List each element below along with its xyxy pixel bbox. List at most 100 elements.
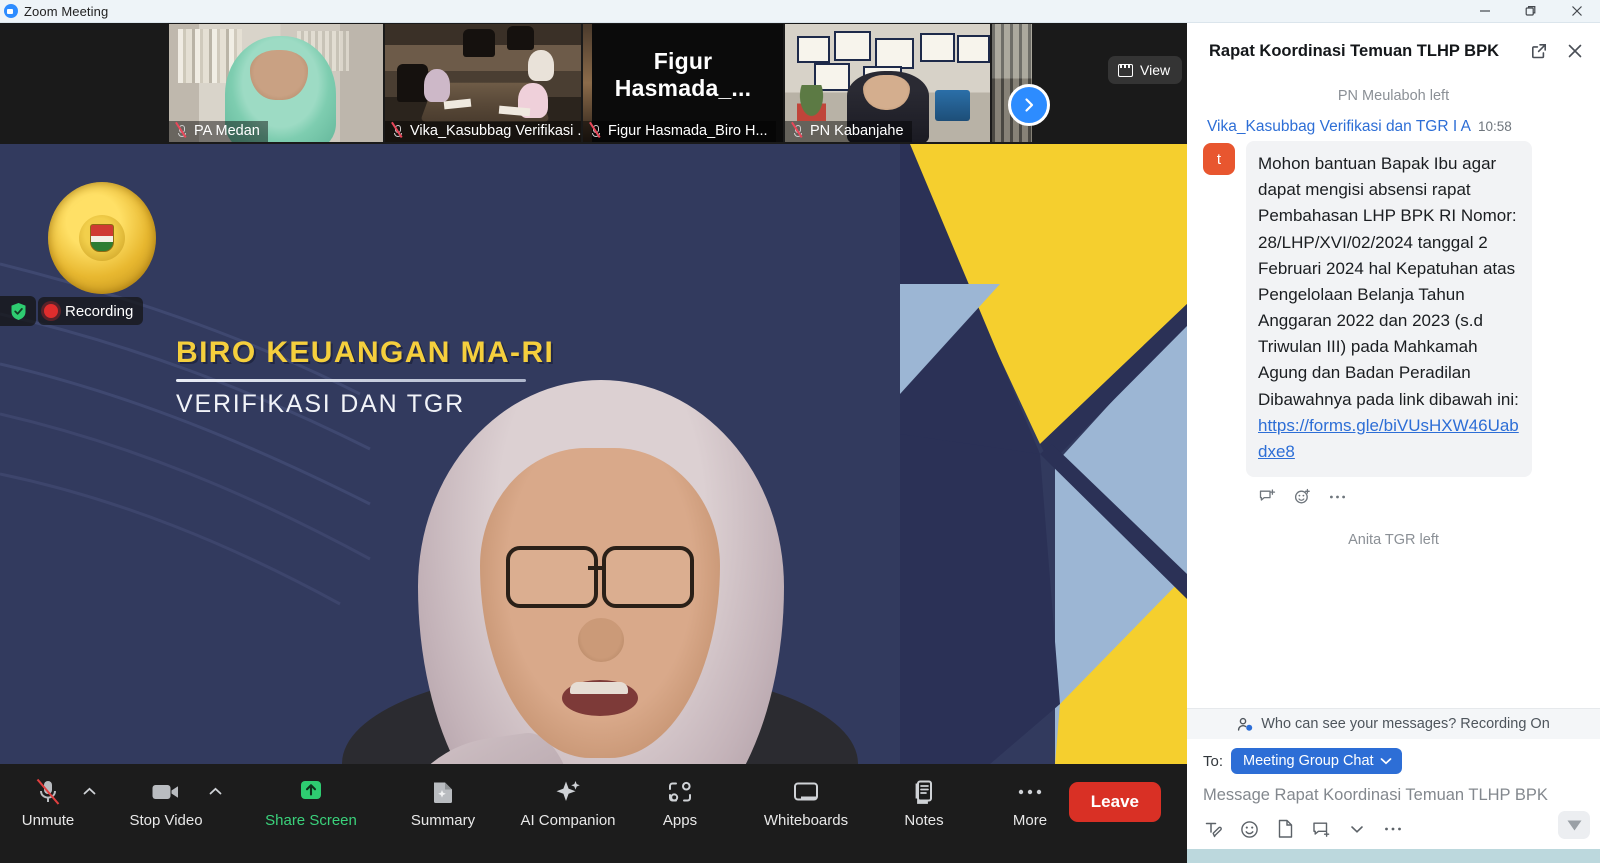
active-speaker-video bbox=[330, 370, 870, 764]
video-options-chevron-icon[interactable] bbox=[209, 784, 222, 799]
privacy-bar-text: Who can see your messages? Recording On bbox=[1261, 716, 1550, 732]
logo-shield-icon bbox=[90, 224, 114, 252]
message-link[interactable]: https://forms.gle/biVUsHXW46Uabdxe8 bbox=[1258, 416, 1519, 461]
ai-companion-label: AI Companion bbox=[520, 812, 616, 829]
audio-options-chevron-icon[interactable] bbox=[83, 784, 96, 799]
compose-toolbar bbox=[1187, 805, 1600, 849]
minimize-button[interactable] bbox=[1462, 0, 1508, 22]
tile-name-text: PN Kabanjahe bbox=[810, 123, 904, 139]
notes-button[interactable]: Notes bbox=[892, 764, 956, 829]
message-text: Mohon bantuan Bapak Ibu agar dapat mengi… bbox=[1258, 154, 1519, 409]
zoom-logo-icon bbox=[4, 4, 18, 18]
recipient-dropdown[interactable]: Meeting Group Chat bbox=[1231, 748, 1402, 774]
chat-header: Rapat Koordinasi Temuan TLHP BPK bbox=[1187, 22, 1600, 80]
institution-logo bbox=[48, 182, 156, 294]
reply-icon[interactable] bbox=[1258, 487, 1277, 506]
message-meta: Vika_Kasubbag Verifikasi dan TGR I A 10:… bbox=[1203, 114, 1584, 141]
ai-companion-button[interactable]: AI Companion bbox=[512, 764, 624, 829]
system-message: PN Meulaboh left bbox=[1337, 88, 1450, 104]
more-button[interactable]: More bbox=[998, 764, 1062, 829]
screenshot-icon[interactable] bbox=[1311, 819, 1331, 839]
summary-icon bbox=[430, 775, 456, 809]
window-title: Zoom Meeting bbox=[24, 3, 109, 19]
main-video-stage[interactable]: BIRO KEUANGAN MA-RI VERIFIKASI DAN TGR t… bbox=[0, 144, 1187, 764]
share-screen-icon bbox=[296, 775, 326, 809]
speaker-glasses-left bbox=[506, 546, 598, 608]
message-bubble[interactable]: Mohon bantuan Bapak Ibu agar dapat mengi… bbox=[1246, 141, 1532, 478]
add-reaction-icon[interactable] bbox=[1293, 487, 1312, 506]
more-icon[interactable] bbox=[1383, 819, 1403, 839]
filmstrip-next-button[interactable] bbox=[1008, 84, 1050, 126]
close-button[interactable] bbox=[1554, 0, 1600, 22]
view-grid-icon bbox=[1118, 63, 1133, 77]
message-author[interactable]: Vika_Kasubbag Verifikasi dan TGR I A bbox=[1207, 118, 1471, 136]
system-message: Anita TGR left bbox=[1348, 532, 1439, 549]
share-screen-label: Share Screen bbox=[265, 812, 357, 829]
whiteboards-button[interactable]: Whiteboards bbox=[752, 764, 860, 829]
view-button-label: View bbox=[1140, 62, 1171, 78]
encryption-shield-icon[interactable] bbox=[0, 296, 36, 326]
stop-video-button[interactable]: Stop Video bbox=[126, 764, 222, 829]
speaker-teeth bbox=[570, 682, 628, 694]
tile-decor bbox=[957, 34, 990, 64]
mic-off-icon bbox=[175, 121, 189, 139]
sparkle-icon bbox=[554, 775, 582, 809]
message-time: 10:58 bbox=[1477, 119, 1512, 134]
recording-indicator[interactable]: Recording bbox=[38, 297, 144, 325]
apps-icon bbox=[667, 775, 693, 809]
tile-decor bbox=[934, 90, 970, 121]
privacy-bar[interactable]: Who can see your messages? Recording On bbox=[1187, 708, 1600, 739]
participant-tile[interactable]: PN Kabanjahe bbox=[785, 24, 990, 142]
popout-icon[interactable] bbox=[1526, 38, 1552, 64]
file-icon[interactable] bbox=[1275, 819, 1295, 839]
zoom-meeting-window: Zoom Meeting PA Medan Vika_Kasubbag Veri… bbox=[0, 0, 1600, 863]
close-chat-icon[interactable] bbox=[1562, 38, 1588, 64]
ellipsis-icon bbox=[1017, 775, 1043, 809]
notes-label: Notes bbox=[904, 812, 944, 829]
restore-button[interactable] bbox=[1508, 0, 1554, 22]
message-actions bbox=[1203, 477, 1584, 508]
participant-tile[interactable]: Vika_Kasubbag Verifikasi ... bbox=[385, 24, 581, 142]
avatar[interactable]: t bbox=[1203, 143, 1235, 175]
more-label: More bbox=[1012, 812, 1048, 829]
chat-footer-bar bbox=[1187, 849, 1600, 863]
mic-off-icon bbox=[589, 121, 603, 139]
participant-filmstrip[interactable]: PA Medan Vika_Kasubbag Verifikasi ... Fi… bbox=[0, 22, 1187, 144]
speaker-nose bbox=[578, 618, 624, 662]
leave-button[interactable]: Leave bbox=[1068, 782, 1161, 822]
tile-decor bbox=[875, 38, 915, 70]
chevron-down-icon bbox=[1380, 758, 1391, 765]
tile-person bbox=[528, 49, 554, 81]
share-screen-button[interactable]: Share Screen bbox=[256, 764, 366, 829]
chat-recipient-row: To: Meeting Group Chat bbox=[1187, 739, 1600, 780]
tile-name-label: PA Medan bbox=[169, 121, 268, 142]
recipient-value: Meeting Group Chat bbox=[1243, 753, 1374, 769]
apps-button[interactable]: Apps bbox=[648, 764, 712, 829]
filmstrip-track: PA Medan Vika_Kasubbag Verifikasi ... Fi… bbox=[168, 22, 1033, 144]
tile-name-label: Vika_Kasubbag Verifikasi ... bbox=[385, 121, 581, 142]
chat-message: t Mohon bantuan Bapak Ibu agar dapat men… bbox=[1203, 141, 1584, 478]
tile-person bbox=[424, 68, 450, 102]
mic-off-icon bbox=[35, 775, 61, 809]
chat-messages[interactable]: PN Meulaboh left Vika_Kasubbag Verifikas… bbox=[1187, 80, 1600, 708]
recording-label: Recording bbox=[65, 302, 134, 320]
message-input[interactable]: Message Rapat Koordinasi Temuan TLHP BPK bbox=[1187, 780, 1600, 805]
tile-decor bbox=[506, 26, 534, 50]
tile-decor bbox=[834, 31, 871, 62]
apps-label: Apps bbox=[662, 812, 698, 829]
background-title: BIRO KEUANGAN MA-RI bbox=[176, 336, 555, 369]
unmute-button[interactable]: Unmute bbox=[16, 764, 96, 829]
format-text-icon[interactable] bbox=[1203, 819, 1223, 839]
participant-tile[interactable]: PA Medan bbox=[169, 24, 383, 142]
view-button[interactable]: View bbox=[1108, 56, 1183, 84]
summary-label: Summary bbox=[410, 812, 476, 829]
summary-button[interactable]: Summary bbox=[402, 764, 484, 829]
send-button[interactable] bbox=[1558, 811, 1590, 839]
tile-decor bbox=[797, 35, 830, 64]
more-options-icon[interactable] bbox=[1328, 487, 1347, 506]
mic-off-icon bbox=[791, 121, 805, 139]
participant-tile[interactable]: Figur Hasmada_... Figur Hasmada_Biro H..… bbox=[583, 24, 783, 142]
chevron-down-icon[interactable] bbox=[1347, 819, 1367, 839]
tile-name-text: Vika_Kasubbag Verifikasi ... bbox=[410, 123, 581, 139]
emoji-icon[interactable] bbox=[1239, 819, 1259, 839]
